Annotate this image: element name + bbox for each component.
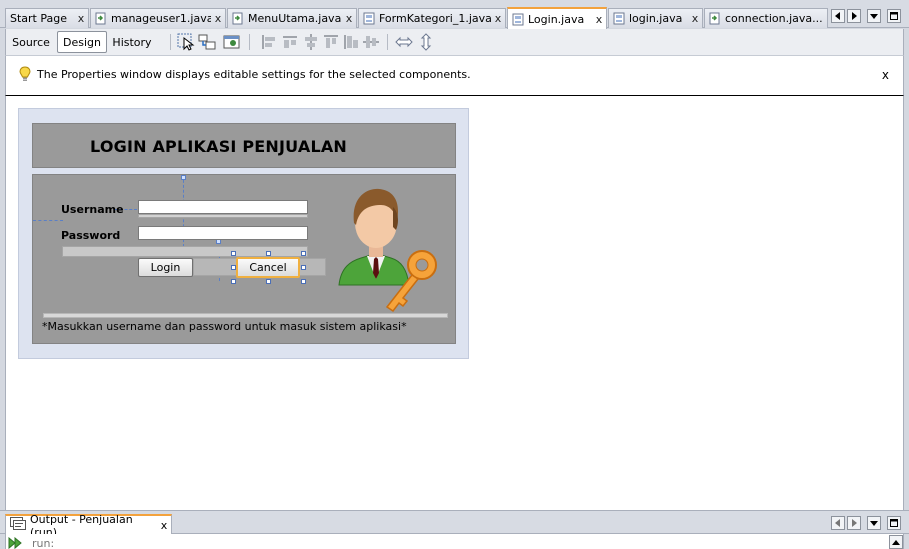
align-right-icon[interactable]: [281, 33, 299, 51]
resize-handle[interactable]: [301, 279, 306, 284]
properties-hint-bar: The Properties window displays editable …: [5, 56, 904, 96]
anchor-handle: [181, 175, 186, 180]
tab-label: Start Page: [10, 12, 67, 25]
java-class-icon: [709, 12, 721, 25]
form-design-frame[interactable]: LOGIN APLIKASI PENJUALAN Username Passwo…: [18, 108, 469, 359]
tab-close-icon[interactable]: x: [491, 12, 505, 25]
center-horizontal-icon[interactable]: [302, 33, 320, 51]
output-scroll-right-button[interactable]: [847, 516, 861, 530]
tab-label: Login.java: [528, 12, 585, 26]
tab-label: login.java: [629, 12, 683, 25]
center-vertical-icon[interactable]: [362, 33, 380, 51]
resize-handle[interactable]: [266, 251, 271, 256]
scroll-tabs-left-button[interactable]: [831, 9, 845, 23]
tab-label: connection.java...: [725, 12, 823, 25]
java-class-icon: [95, 12, 107, 25]
tab-start-page[interactable]: Start Page x: [5, 8, 89, 28]
username-field[interactable]: [138, 200, 308, 214]
tab-connection[interactable]: connection.java...: [704, 8, 828, 28]
close-hint-icon[interactable]: x: [882, 68, 889, 82]
title-panel[interactable]: LOGIN APLIKASI PENJUALAN: [32, 123, 456, 168]
toolbar-separator: [170, 34, 171, 50]
tab-menuutama[interactable]: MenuUtama.java x: [227, 8, 357, 28]
tab-close-icon[interactable]: x: [592, 13, 606, 26]
source-view-button[interactable]: Source: [9, 31, 53, 53]
password-label[interactable]: Password: [61, 229, 120, 242]
tab-login-lower[interactable]: login.java x: [608, 8, 703, 28]
show-opened-documents-button[interactable]: [867, 9, 881, 23]
resize-handle[interactable]: [231, 279, 236, 284]
toolbar-separator: [387, 34, 388, 50]
login-panel[interactable]: Username Password Login Cancel *Masukkan…: [32, 174, 456, 344]
username-label[interactable]: Username: [61, 203, 124, 216]
java-class-icon: [232, 12, 244, 25]
lightbulb-icon: [19, 66, 31, 85]
resize-handle[interactable]: [301, 251, 306, 256]
login-button[interactable]: Login: [138, 258, 193, 277]
tab-label: MenuUtama.java: [248, 12, 342, 25]
preview-design-icon[interactable]: [223, 33, 241, 51]
tab-close-icon[interactable]: x: [157, 519, 171, 532]
editor-tab-strip: Start Page x manageuser1.java x MenuUtam…: [0, 0, 909, 29]
layout-guide: [33, 220, 63, 221]
tab-manageuser1[interactable]: manageuser1.java x: [90, 8, 226, 28]
design-view-button[interactable]: Design: [57, 31, 107, 53]
connection-mode-icon[interactable]: [198, 33, 216, 51]
form-title-label[interactable]: LOGIN APLIKASI PENJUALAN: [90, 137, 347, 156]
separator-bar[interactable]: [62, 246, 308, 257]
output-scroll-left-button[interactable]: [831, 516, 845, 530]
scroll-tabs-right-button[interactable]: [847, 9, 861, 23]
tab-output-penjualan[interactable]: Output - Penjualan (run) x: [5, 513, 172, 539]
resize-horizontal-icon[interactable]: [395, 33, 413, 51]
resize-vertical-icon[interactable]: [417, 33, 435, 51]
tab-label: manageuser1.java: [111, 12, 211, 25]
java-form-icon: [363, 12, 375, 25]
align-top-icon[interactable]: [322, 33, 340, 51]
hint-message: The Properties window displays editable …: [37, 68, 471, 81]
output-window-icon: [10, 517, 26, 534]
footer-separator[interactable]: [43, 313, 448, 318]
output-text: run:: [32, 537, 55, 549]
output-tab-strip: Output - Penjualan (run) x: [0, 510, 909, 539]
tab-login-active[interactable]: Login.java x: [507, 7, 607, 29]
output-maximize-button[interactable]: [887, 516, 901, 530]
toolbar-separator: [249, 34, 250, 50]
output-documents-button[interactable]: [867, 516, 881, 530]
tab-close-icon[interactable]: x: [74, 12, 88, 25]
maximize-window-button[interactable]: [887, 9, 901, 23]
tab-close-icon[interactable]: x: [688, 12, 702, 25]
tab-close-icon[interactable]: x: [211, 12, 225, 25]
editor-toolbar: Source Design History: [5, 29, 904, 56]
history-view-button[interactable]: History: [110, 31, 154, 53]
instruction-label[interactable]: *Masukkan username dan password untuk ma…: [42, 320, 407, 333]
align-bottom-icon[interactable]: [342, 33, 360, 51]
resize-handle[interactable]: [231, 265, 236, 270]
java-form-icon: [512, 13, 524, 26]
tab-formkategori[interactable]: FormKategori_1.java x: [358, 8, 506, 28]
rerun-icon[interactable]: [8, 536, 24, 549]
output-console[interactable]: run:: [5, 534, 904, 549]
selection-mode-icon[interactable]: [177, 33, 195, 51]
username-field-border: [138, 214, 308, 218]
resize-handle[interactable]: [301, 265, 306, 270]
scroll-up-button[interactable]: [889, 535, 903, 549]
cancel-button[interactable]: Cancel: [236, 257, 300, 278]
java-form-icon: [613, 12, 625, 25]
tab-close-icon[interactable]: x: [342, 12, 356, 25]
resize-handle[interactable]: [231, 251, 236, 256]
align-left-icon[interactable]: [260, 33, 278, 51]
user-with-key-icon[interactable]: [337, 183, 442, 316]
password-field[interactable]: [138, 226, 308, 240]
design-canvas[interactable]: LOGIN APLIKASI PENJUALAN Username Passwo…: [5, 96, 904, 510]
resize-handle[interactable]: [266, 279, 271, 284]
tab-label: FormKategori_1.java: [379, 12, 491, 25]
